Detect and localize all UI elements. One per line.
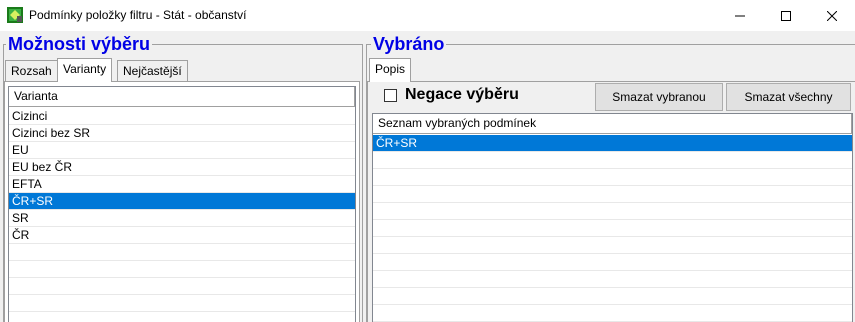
list-item[interactable]: Cizinci bez SR xyxy=(9,125,355,142)
variant-list-header[interactable]: Varianta xyxy=(9,87,355,107)
clear-selected-button[interactable]: Smazat vybranou xyxy=(595,83,723,111)
variant-list[interactable]: Varianta Cizinci Cizinci bez SR EU EU be… xyxy=(8,86,356,322)
window-title: Podmínky položky filtru - Stát - občanst… xyxy=(29,8,247,22)
list-item[interactable]: ČR xyxy=(9,227,355,244)
variant-rows: Cizinci Cizinci bez SR EU EU bez ČR EFTA… xyxy=(9,108,355,322)
empty-row xyxy=(373,254,852,271)
tab-popis[interactable]: Popis xyxy=(369,58,412,82)
maximize-icon xyxy=(781,10,791,21)
minimize-button[interactable] xyxy=(717,0,763,31)
list-item[interactable]: SR xyxy=(9,210,355,227)
selected-list-header[interactable]: Seznam vybraných podmínek xyxy=(373,114,852,134)
list-item[interactable]: Cizinci xyxy=(9,108,355,125)
empty-row xyxy=(373,186,852,203)
empty-row xyxy=(373,203,852,220)
maximize-button[interactable] xyxy=(763,0,809,31)
empty-row xyxy=(373,152,852,169)
empty-row xyxy=(373,220,852,237)
tab-varianty[interactable]: Varianty xyxy=(57,58,113,82)
list-item[interactable]: EFTA xyxy=(9,176,355,193)
empty-row xyxy=(9,295,355,312)
list-item[interactable]: EU bez ČR xyxy=(9,159,355,176)
checkbox-box[interactable] xyxy=(384,88,397,102)
minimize-icon xyxy=(735,15,745,16)
clear-all-button[interactable]: Smazat všechny xyxy=(726,83,851,111)
title-bar[interactable]: Podmínky položky filtru - Stát - občanst… xyxy=(0,0,855,31)
empty-row xyxy=(9,261,355,278)
empty-row xyxy=(9,312,355,322)
selected-rows: ČR+SR xyxy=(373,135,852,322)
list-item-selected[interactable]: ČR+SR xyxy=(9,193,355,210)
selected-section-title: Vybráno xyxy=(371,34,447,54)
tab-nejcastejsi[interactable]: Nejčastější xyxy=(117,60,188,82)
negace-label: Negace výběru xyxy=(405,86,519,103)
empty-row xyxy=(373,305,852,322)
empty-row xyxy=(373,169,852,186)
selected-conditions-list[interactable]: Seznam vybraných podmínek ČR+SR xyxy=(372,113,853,322)
column-header-varianta[interactable]: Varianta xyxy=(9,87,355,106)
filter-conditions-window: Podmínky položky filtru - Stát - občanst… xyxy=(0,0,855,322)
list-item-selected[interactable]: ČR+SR xyxy=(373,135,852,152)
tab-rozsah[interactable]: Rozsah xyxy=(5,60,58,82)
empty-row xyxy=(9,244,355,261)
empty-row xyxy=(373,288,852,305)
app-icon xyxy=(7,7,23,23)
options-section-title: Možnosti výběru xyxy=(6,34,153,54)
empty-row xyxy=(9,278,355,295)
empty-row xyxy=(373,271,852,288)
column-header-seznam[interactable]: Seznam vybraných podmínek xyxy=(373,114,852,133)
empty-row xyxy=(373,237,852,254)
close-icon xyxy=(827,10,837,21)
close-button[interactable] xyxy=(809,0,855,31)
negace-checkbox[interactable]: Negace výběru xyxy=(384,86,519,104)
list-item[interactable]: EU xyxy=(9,142,355,159)
